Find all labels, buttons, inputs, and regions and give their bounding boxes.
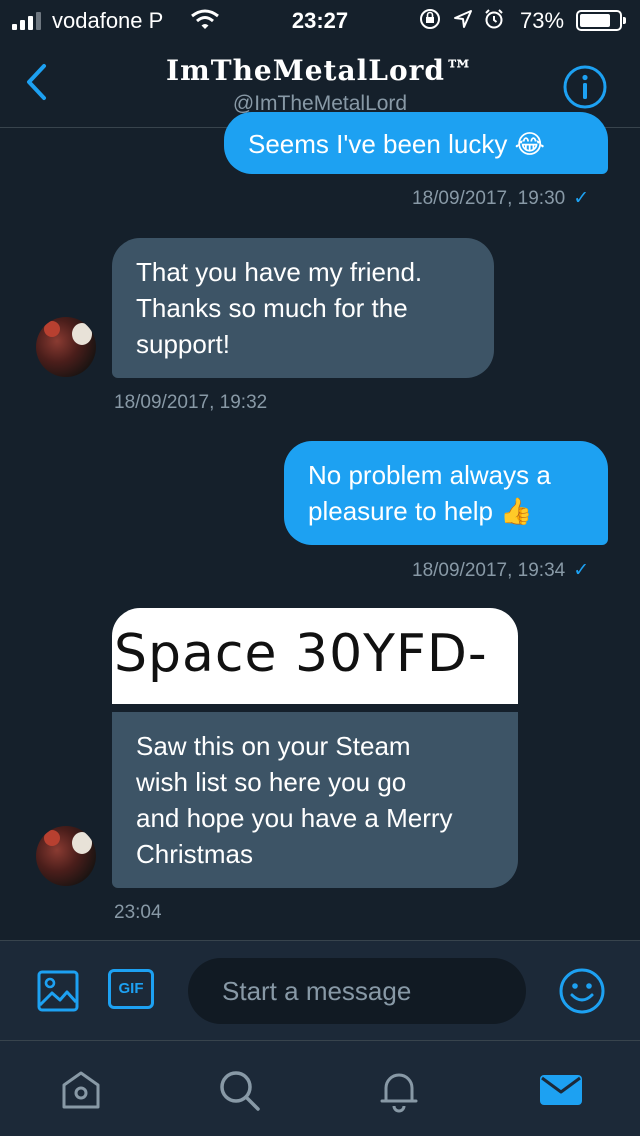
message-line: Saw this on your Steam bbox=[136, 731, 411, 761]
info-icon[interactable] bbox=[562, 64, 608, 115]
tab-bar bbox=[0, 1040, 640, 1136]
search-icon[interactable] bbox=[216, 1067, 262, 1118]
battery-icon bbox=[576, 10, 626, 31]
home-icon[interactable] bbox=[58, 1067, 104, 1118]
message-image[interactable]: Space 30YFD- bbox=[112, 608, 518, 704]
message-line: That you have my friend. bbox=[136, 257, 423, 287]
contact-name: ImTheMetalLord™ bbox=[166, 54, 474, 87]
battery-percent: 73% bbox=[520, 8, 565, 33]
image-icon[interactable] bbox=[36, 969, 80, 1018]
timestamp-text: 18/09/2017, 19:34 bbox=[412, 560, 566, 581]
message-composer: GIF Start a message bbox=[0, 940, 640, 1040]
emoji-icon[interactable] bbox=[558, 967, 606, 1020]
message-input[interactable]: Start a message bbox=[188, 958, 526, 1024]
message-line: pleasure to help 👍 bbox=[308, 496, 533, 526]
outgoing-message[interactable]: Seems I've been lucky 😂 bbox=[224, 112, 608, 174]
message-timestamp: 18/09/2017, 19:30 ✓ bbox=[412, 187, 589, 210]
message-text: Seems I've been lucky 😂 bbox=[248, 129, 545, 159]
notifications-icon[interactable] bbox=[376, 1067, 422, 1118]
message-timestamp: 23:04 bbox=[114, 902, 162, 923]
message-timestamp: 18/09/2017, 19:34 ✓ bbox=[412, 559, 589, 582]
timestamp-text: 18/09/2017, 19:30 bbox=[412, 188, 566, 209]
incoming-message[interactable]: Saw this on your Steam wish list so here… bbox=[112, 712, 518, 888]
gif-icon[interactable]: GIF bbox=[108, 969, 154, 1009]
alarm-icon bbox=[485, 9, 503, 29]
message-line: wish list so here you go bbox=[136, 767, 407, 797]
avatar[interactable] bbox=[36, 317, 96, 377]
sent-check-icon: ✓ bbox=[573, 560, 590, 581]
message-timestamp: 18/09/2017, 19:32 bbox=[114, 392, 268, 413]
incoming-message[interactable]: That you have my friend. Thanks so much … bbox=[112, 238, 494, 378]
sent-check-icon: ✓ bbox=[573, 188, 590, 209]
rotation-lock-icon bbox=[420, 9, 440, 29]
outgoing-message[interactable]: No problem always a pleasure to help 👍 bbox=[284, 441, 608, 545]
message-line: and hope you have a Merry bbox=[136, 803, 453, 833]
location-icon bbox=[453, 10, 472, 28]
message-line: Thanks so much for the bbox=[136, 293, 408, 323]
message-line: No problem always a bbox=[308, 460, 551, 490]
image-text: Space 30YFD- bbox=[114, 624, 488, 684]
message-line: Christmas bbox=[136, 839, 254, 869]
messages-icon[interactable] bbox=[538, 1067, 584, 1118]
message-line: support! bbox=[136, 329, 230, 359]
avatar[interactable] bbox=[36, 826, 96, 886]
status-bar: vodafone P 23:27 73% bbox=[0, 0, 640, 40]
system-icons bbox=[418, 8, 505, 36]
